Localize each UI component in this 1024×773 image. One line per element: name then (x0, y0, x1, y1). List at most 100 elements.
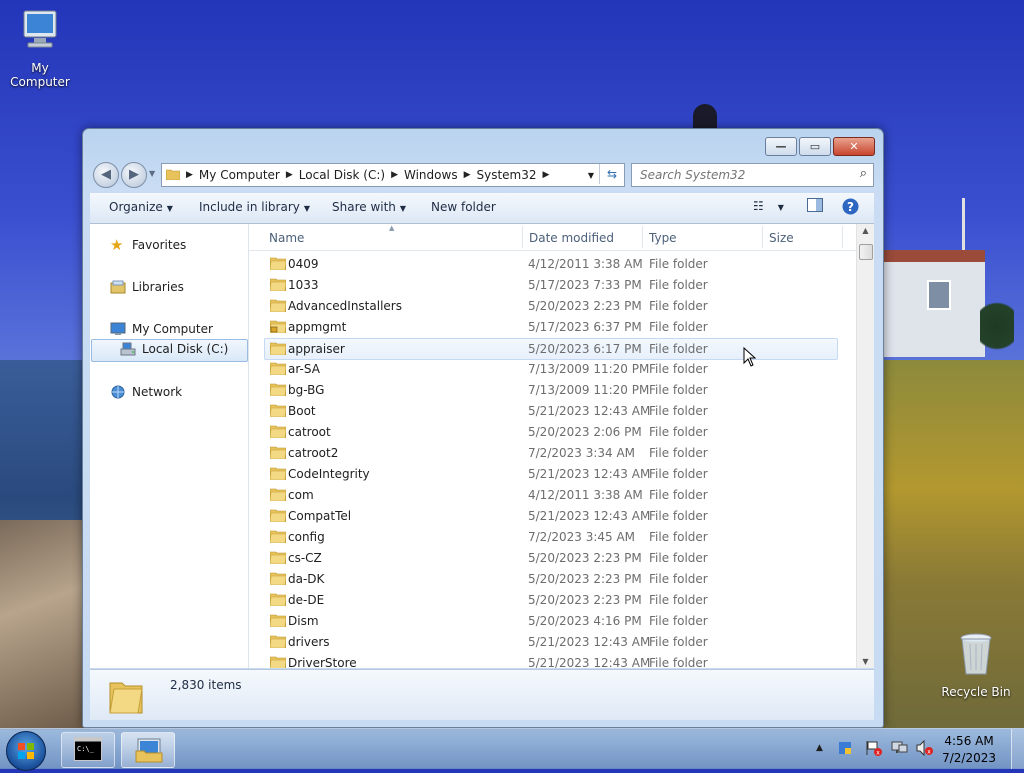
table-row[interactable]: CompatTel 5/21/2023 12:43 AM File folder (265, 506, 837, 526)
breadcrumb-separator-icon[interactable]: ▶ (391, 170, 398, 180)
breadcrumb-windows[interactable]: Windows (404, 168, 458, 182)
close-icon: ✕ (849, 140, 859, 153)
action-center-icon[interactable] (837, 740, 853, 756)
taskbar-explorer[interactable] (121, 732, 175, 768)
table-row[interactable]: de-DE 5/20/2023 2:23 PM File folder (265, 590, 837, 610)
breadcrumb-separator-icon[interactable]: ▶ (286, 170, 293, 180)
table-row[interactable]: config 7/2/2023 3:45 AM File folder (265, 527, 837, 547)
folder-icon (165, 168, 181, 183)
table-row[interactable]: da-DK 5/20/2023 2:23 PM File folder (265, 569, 837, 589)
nav-network-label: Network (132, 385, 183, 399)
table-row[interactable]: drivers 5/21/2023 12:43 AM File folder (265, 632, 837, 652)
column-divider[interactable] (762, 226, 763, 248)
minimize-button[interactable]: — (765, 137, 797, 156)
desktop-icon-recycle-bin[interactable]: Recycle Bin (936, 630, 1016, 699)
organize-label: Organize (109, 200, 163, 214)
breadcrumb-my-computer[interactable]: My Computer (199, 168, 280, 182)
column-name[interactable]: Name (269, 231, 304, 245)
table-row[interactable]: catroot2 7/2/2023 3:34 AM File folder (265, 443, 837, 463)
taskbar-clock[interactable]: 4:56 AM 7/2/2023 (942, 733, 996, 767)
breadcrumb-separator-icon[interactable]: ▶ (464, 170, 471, 180)
search-box[interactable]: ⌕ (631, 163, 874, 187)
volume-muted-icon[interactable]: x (916, 740, 934, 756)
explorer-icon (135, 738, 163, 763)
flag-alert-icon[interactable]: x (865, 740, 883, 756)
new-folder-button[interactable]: New folder (431, 200, 496, 214)
file-type: File folder (649, 446, 708, 460)
share-with-button[interactable]: Share with ▼ (332, 200, 406, 214)
breadcrumb-local-disk[interactable]: Local Disk (C:) (299, 168, 385, 182)
recent-pages-dropdown[interactable]: ▼ (149, 169, 155, 178)
organize-button[interactable]: Organize ▼ (109, 200, 173, 214)
nav-local-disk[interactable]: Local Disk (C:) (120, 341, 228, 357)
folder-icon (270, 278, 286, 291)
table-row[interactable]: AdvancedInstallers 5/20/2023 2:23 PM File … (265, 296, 837, 316)
forward-arrow-icon: ▶ (129, 167, 139, 182)
file-type: File folder (649, 299, 708, 313)
file-type: File folder (649, 404, 708, 418)
nav-favorites-label: Favorites (132, 238, 187, 252)
preview-pane-button[interactable] (807, 198, 823, 215)
table-row[interactable]: catroot 5/20/2023 2:06 PM File folder (265, 422, 837, 442)
table-row[interactable]: cs-CZ 5/20/2023 2:23 PM File folder (265, 548, 837, 568)
column-date-modified[interactable]: Date modified (529, 231, 614, 245)
folder-icon (270, 572, 286, 585)
column-size[interactable]: Size (769, 231, 794, 245)
maximize-button[interactable]: ▭ (799, 137, 831, 156)
folder-icon (270, 635, 286, 648)
include-in-library-button[interactable]: Include in library ▼ (199, 200, 310, 214)
show-desktop-button[interactable] (1011, 729, 1024, 769)
vertical-scrollbar[interactable]: ▲ ▼ (856, 224, 874, 668)
desktop-wallpaper-tree (980, 290, 1014, 350)
windows-logo-icon (18, 743, 34, 759)
column-divider[interactable] (642, 226, 643, 248)
show-hidden-icons-button[interactable]: ▲ (816, 743, 823, 753)
table-row[interactable]: bg-BG 7/13/2009 11:20 PM File folder (265, 380, 837, 400)
start-button[interactable] (6, 731, 46, 771)
back-button[interactable]: ◀ (93, 162, 119, 188)
file-type: File folder (649, 320, 708, 334)
nav-libraries[interactable]: Libraries (110, 279, 184, 295)
file-type: File folder (649, 593, 708, 607)
forward-button[interactable]: ▶ (121, 162, 147, 188)
address-bar[interactable]: ▶ My Computer ▶ Local Disk (C:) ▶ Window… (161, 163, 625, 187)
nav-local-disk-label: Local Disk (C:) (142, 342, 229, 356)
nav-network[interactable]: Network (110, 384, 182, 400)
refresh-button[interactable]: ⇆ (599, 164, 624, 184)
nav-my-computer[interactable]: My Computer (110, 321, 213, 337)
scrollbar-thumb[interactable] (859, 244, 873, 260)
scroll-up-icon[interactable]: ▲ (857, 226, 874, 235)
column-type[interactable]: Type (649, 231, 677, 245)
table-row[interactable]: 0409 4/12/2011 3:38 AM File folder (265, 254, 837, 274)
breadcrumb-separator-icon[interactable]: ▶ (186, 170, 193, 180)
scroll-down-icon[interactable]: ▼ (857, 657, 874, 666)
taskbar-command-prompt[interactable]: C:\_ (61, 732, 115, 768)
close-button[interactable]: ✕ (833, 137, 875, 156)
breadcrumb-system32[interactable]: System32 (477, 168, 537, 182)
explorer-window[interactable]: — ▭ ✕ ◀ ▶ ▼ ▶ My Computer ▶ Local Disk (… (82, 128, 884, 728)
desktop-icon-my-computer[interactable]: My Computer (0, 8, 80, 89)
column-divider[interactable] (842, 226, 843, 248)
command-bar: Organize ▼ Include in library ▼ Share with… (90, 193, 874, 224)
address-dropdown-icon[interactable]: ▼ (588, 171, 594, 180)
table-row[interactable]: com 4/12/2011 3:38 AM File folder (265, 485, 837, 505)
search-icon[interactable]: ⌕ (860, 166, 867, 181)
file-name: DriverStore (288, 656, 357, 668)
file-name: ar-SA (288, 362, 320, 376)
table-row[interactable]: Dism 5/20/2023 4:16 PM File folder (265, 611, 837, 631)
table-row[interactable]: appmgmt 5/17/2023 6:37 PM File folder (265, 317, 837, 337)
search-input[interactable] (638, 164, 847, 186)
help-button[interactable]: ? (842, 198, 859, 218)
change-view-button[interactable]: ☷ ▼ (753, 199, 784, 213)
table-row[interactable]: CodeIntegrity 5/21/2023 12:43 AM File fold… (265, 464, 837, 484)
breadcrumb-separator-icon[interactable]: ▶ (543, 170, 550, 180)
nav-favorites[interactable]: ★ Favorites (110, 237, 186, 253)
network-status-icon[interactable] (891, 740, 909, 756)
file-type: File folder (649, 572, 708, 586)
maximize-icon: ▭ (809, 140, 821, 153)
file-name: 0409 (288, 257, 319, 271)
column-divider[interactable] (522, 226, 523, 248)
table-row[interactable]: DriverStore 5/21/2023 12:43 AM File folder (265, 653, 837, 668)
table-row[interactable]: 1033 5/17/2023 7:33 PM File folder (265, 275, 837, 295)
table-row[interactable]: Boot 5/21/2023 12:43 AM File folder (265, 401, 837, 421)
